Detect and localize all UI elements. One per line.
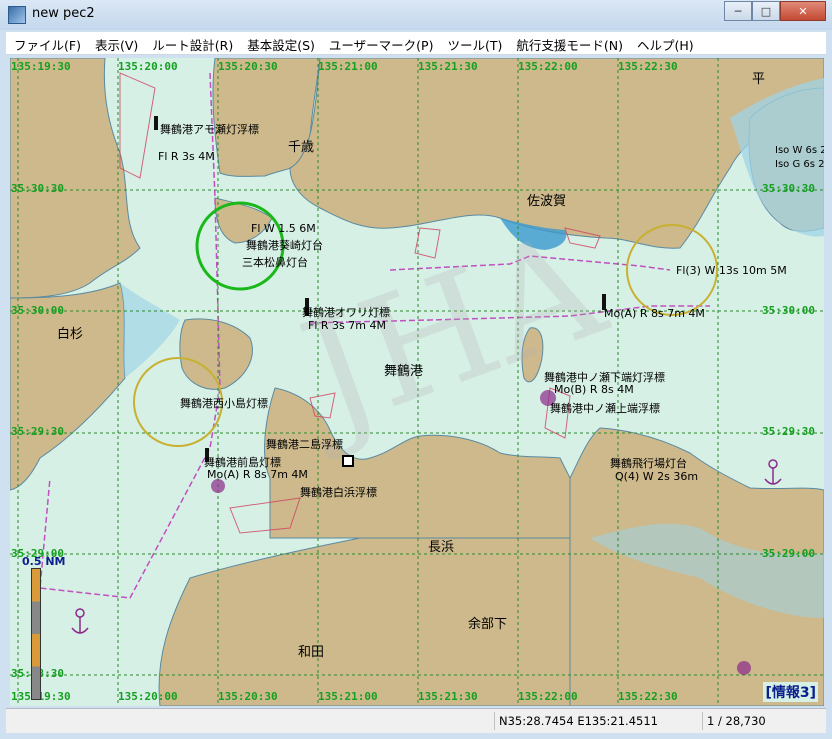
- coord-bottom-1: 135:20:00: [118, 690, 178, 703]
- light-label[interactable]: 舞鶴港西小島灯標: [180, 395, 268, 411]
- coord-top-4: 135:21:30: [418, 60, 478, 73]
- coord-top-0: 135:19:30: [11, 60, 71, 73]
- coord-top-6: 135:22:30: [618, 60, 678, 73]
- light-label[interactable]: 舞鶴港オワリ灯標: [302, 304, 390, 320]
- light-char: Fl W 1.5 6M: [251, 222, 316, 235]
- scale-bar: [31, 568, 41, 700]
- cursor-position: N35:28.7454 E135:21.4511: [494, 712, 703, 730]
- light-char: Q(4) W 2s 36m: [615, 470, 699, 483]
- status-bar: N35:28.7454 E135:21.4511 1 / 28,730: [6, 708, 826, 733]
- menu-file[interactable]: ファイル(F): [6, 32, 87, 54]
- close-icon: ✕: [798, 4, 808, 18]
- place-taira: 平: [752, 72, 766, 87]
- coord-top-5: 135:22:00: [518, 60, 578, 73]
- chart-map-view[interactable]: JHA 135:19:30 135:20:00 135:20:30 135:21…: [10, 58, 824, 706]
- window-controls: ─ □ ✕: [724, 1, 826, 21]
- light-label[interactable]: 舞鶴港アモ瀬灯浮標: [160, 121, 259, 137]
- coord-bottom-6: 135:22:30: [618, 690, 678, 703]
- place-wada: 和田: [298, 645, 325, 660]
- coord-right-0: 35:30:30: [762, 182, 815, 195]
- place-chitose: 千歳: [288, 140, 315, 155]
- window-title: new pec2: [32, 6, 95, 21]
- coord-left-1: 35:30:00: [11, 304, 64, 317]
- light-label[interactable]: 舞鶴港中ノ瀬上端浮標: [550, 400, 660, 416]
- light-char: Fl R 3s 4M: [158, 150, 215, 163]
- minimize-icon: ─: [734, 4, 742, 18]
- light-char: Iso W 6s 2: [775, 145, 824, 156]
- place-shirasugi: 白杉: [57, 327, 84, 342]
- light-label[interactable]: 舞鶴飛行場灯台: [610, 455, 687, 471]
- maximize-icon: □: [760, 4, 772, 18]
- coord-top-2: 135:20:30: [218, 60, 278, 73]
- minimize-button[interactable]: ─: [724, 1, 752, 21]
- coord-top-3: 135:21:00: [318, 60, 378, 73]
- coord-right-3: 35:29:00: [762, 547, 815, 560]
- coord-bottom-4: 135:21:30: [418, 690, 478, 703]
- menu-route-design[interactable]: ルート設計(R): [144, 32, 239, 54]
- coord-bottom-2: 135:20:30: [218, 690, 278, 703]
- chart-map-canvas[interactable]: JHA: [10, 58, 824, 706]
- light-char: Mo(B) R 8s 4M: [554, 383, 634, 396]
- coord-bottom-3: 135:21:00: [318, 690, 378, 703]
- app-window: new pec2 ─ □ ✕ ファイル(F) 表示(V) ルート設計(R) 基本…: [0, 0, 832, 739]
- light-label[interactable]: 舞鶴港二島浮標: [266, 436, 343, 452]
- chart-scale: 1 / 28,730: [702, 712, 825, 730]
- menu-help[interactable]: ヘルプ(H): [629, 32, 700, 54]
- title-bar[interactable]: new pec2 ─ □ ✕: [0, 0, 832, 30]
- light-label[interactable]: 舞鶴港葵崎灯台: [246, 237, 323, 253]
- place-amabe: 余部下: [468, 617, 508, 632]
- place-maizuru: 舞鶴港: [384, 364, 424, 379]
- menu-tools[interactable]: ツール(T): [439, 32, 508, 54]
- info-level-label[interactable]: [情報3]: [763, 682, 818, 702]
- maximize-button[interactable]: □: [752, 1, 780, 21]
- coord-left-0: 35:30:30: [11, 182, 64, 195]
- light-char: Mo(A) R 8s 7m 4M: [604, 307, 705, 320]
- menu-user-mark[interactable]: ユーザーマーク(P): [321, 32, 440, 54]
- place-sabaka: 佐波賀: [527, 194, 567, 209]
- menu-basic-settings[interactable]: 基本設定(S): [239, 32, 321, 54]
- coord-right-2: 35:29:30: [762, 425, 815, 438]
- light-char: Iso G 6s 2: [775, 159, 824, 170]
- menu-bar: ファイル(F) 表示(V) ルート設計(R) 基本設定(S) ユーザーマーク(P…: [6, 32, 826, 55]
- coord-left-2: 35:29:30: [11, 425, 64, 438]
- close-button[interactable]: ✕: [780, 1, 826, 21]
- coord-top-1: 135:20:00: [118, 60, 178, 73]
- light-label[interactable]: 舞鶴港白浜浮標: [300, 484, 377, 500]
- light-label[interactable]: 三本松鼻灯台: [242, 254, 308, 270]
- place-nagahama: 長浜: [428, 540, 455, 555]
- app-icon: [8, 6, 26, 24]
- scale-bar-label: 0.5 NM: [22, 555, 66, 568]
- coord-bottom-5: 135:22:00: [518, 690, 578, 703]
- menu-view[interactable]: 表示(V): [87, 32, 144, 54]
- menu-navigation-mode[interactable]: 航行支援モード(N): [508, 32, 629, 54]
- coord-right-1: 35:30:00: [762, 304, 815, 317]
- light-char: Fl(3) W 13s 10m 5M: [676, 264, 787, 277]
- light-char: Mo(A) R 8s 7m 4M: [207, 468, 308, 481]
- light-char: Fl R 3s 7m 4M: [308, 319, 386, 332]
